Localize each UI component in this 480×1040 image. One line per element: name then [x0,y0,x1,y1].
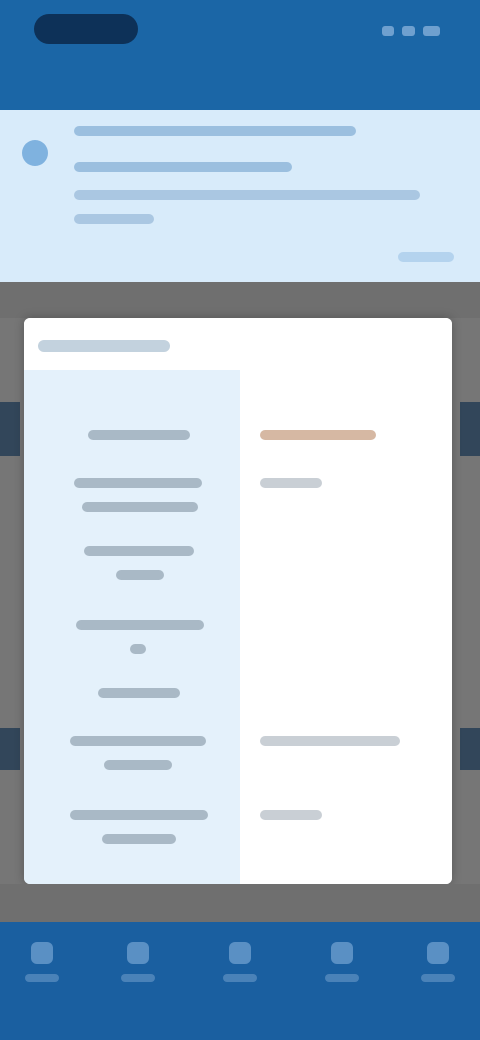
row-label [88,430,190,440]
banner-text-line-2 [74,214,154,224]
app-bar [0,64,480,110]
nav-label [421,974,455,982]
battery-icon [422,26,440,36]
row-label [74,478,202,488]
value-column [240,370,452,884]
row-label-line-2 [116,570,164,580]
card-header [24,318,452,371]
nav-icon [127,942,149,964]
status-time-pill [34,14,138,44]
row-label-line-2 [104,760,172,770]
row-value [260,810,322,820]
nav-icon [331,942,353,964]
left-side-tab-lower [0,728,20,770]
row-label-line-2 [102,834,176,844]
status-bar [0,0,480,64]
banner-title-line-2 [74,162,292,172]
nav-item-4[interactable] [318,942,366,996]
card-title [38,340,170,352]
row-label [70,736,206,746]
row-label [84,546,194,556]
nav-item-5[interactable] [414,942,462,996]
row-value [260,736,400,746]
wifi-icon [402,26,415,36]
status-icons [382,22,440,40]
row-label [70,810,208,820]
row-value [260,478,322,488]
nav-icon [229,942,251,964]
nav-item-3[interactable] [216,942,264,996]
row-value [260,430,376,440]
signal-icon [382,26,395,36]
row-label [98,688,180,698]
right-side-tab [460,402,480,456]
row-label [76,620,204,630]
nav-icon [427,942,449,964]
nav-item-2[interactable] [114,942,162,996]
banner-text [74,190,420,200]
row-label-line-2 [130,644,146,654]
nav-label [325,974,359,982]
nav-label [25,974,59,982]
row-label-line-2 [82,502,198,512]
left-side-tab [0,402,20,456]
nav-label [223,974,257,982]
overlay-top [0,282,480,318]
nav-label [121,974,155,982]
info-icon [22,140,48,166]
nav-icon [31,942,53,964]
overlay-bottom [0,884,480,922]
right-side-tab-lower [460,728,480,770]
banner-title [74,126,356,136]
banner-action-link[interactable] [398,252,454,262]
nav-item-1[interactable] [18,942,66,996]
detail-card [24,318,452,884]
